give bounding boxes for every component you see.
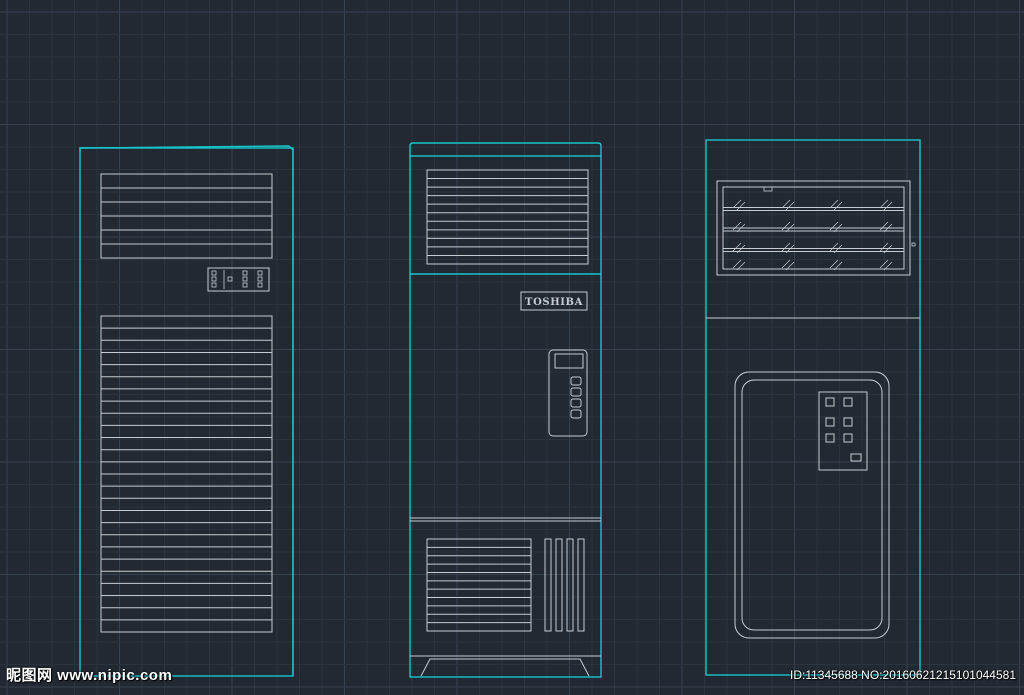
unit-right-outline: [705, 139, 921, 676]
grille-clip: [763, 186, 773, 192]
panel-button: [242, 276, 248, 282]
panel-button: [850, 453, 862, 462]
panel-button: [843, 417, 853, 427]
cad-drawing-canvas: TOSHIBA 昵图网 www.nipic.com ID:11345688 NO…: [0, 0, 1024, 695]
unit-middle-cap: [409, 142, 602, 156]
unit-middle-plinth: [420, 658, 590, 677]
panel-button: [843, 433, 853, 443]
louver-frame: [426, 169, 589, 265]
panel-button: [211, 282, 217, 288]
cad-viewport: TOSHIBA: [0, 0, 1024, 695]
panel-button: [211, 270, 217, 276]
panel-button: [242, 282, 248, 288]
unit-middle-vertical-slots: [544, 538, 585, 632]
vertical-slot: [544, 538, 552, 632]
panel-button: [825, 417, 835, 427]
remote-buttons: [570, 376, 582, 419]
ac-unit-right: [705, 139, 921, 676]
panel-button: [227, 276, 233, 282]
unit-right-front-panel: [734, 371, 890, 639]
watermark-brand: 昵图网 www.nipic.com: [6, 667, 173, 684]
panel-button: [825, 397, 835, 407]
unit-right-grille-rows: [723, 186, 916, 252]
grille-tab: [911, 242, 916, 247]
panel-button: [242, 270, 248, 276]
unit-right-panel-buttons: [825, 397, 862, 462]
watermark-id: ID:11345688 NO:20160621215101044581: [790, 668, 1016, 682]
panel-button: [211, 276, 217, 282]
vertical-slot: [555, 538, 563, 632]
unit-left-control-panel: [207, 267, 270, 292]
panel-button: [257, 270, 263, 276]
panel-button: [257, 276, 263, 282]
vertical-slot: [577, 538, 585, 632]
drawing-grid: [0, 0, 1024, 695]
panel-button: [257, 282, 263, 288]
remote-button: [570, 376, 582, 386]
unit-middle-top-slats: [426, 169, 589, 265]
panel-button: [825, 433, 835, 443]
brand-label: TOSHIBA: [525, 297, 583, 308]
panel-button: [843, 397, 853, 407]
remote-button: [570, 398, 582, 408]
